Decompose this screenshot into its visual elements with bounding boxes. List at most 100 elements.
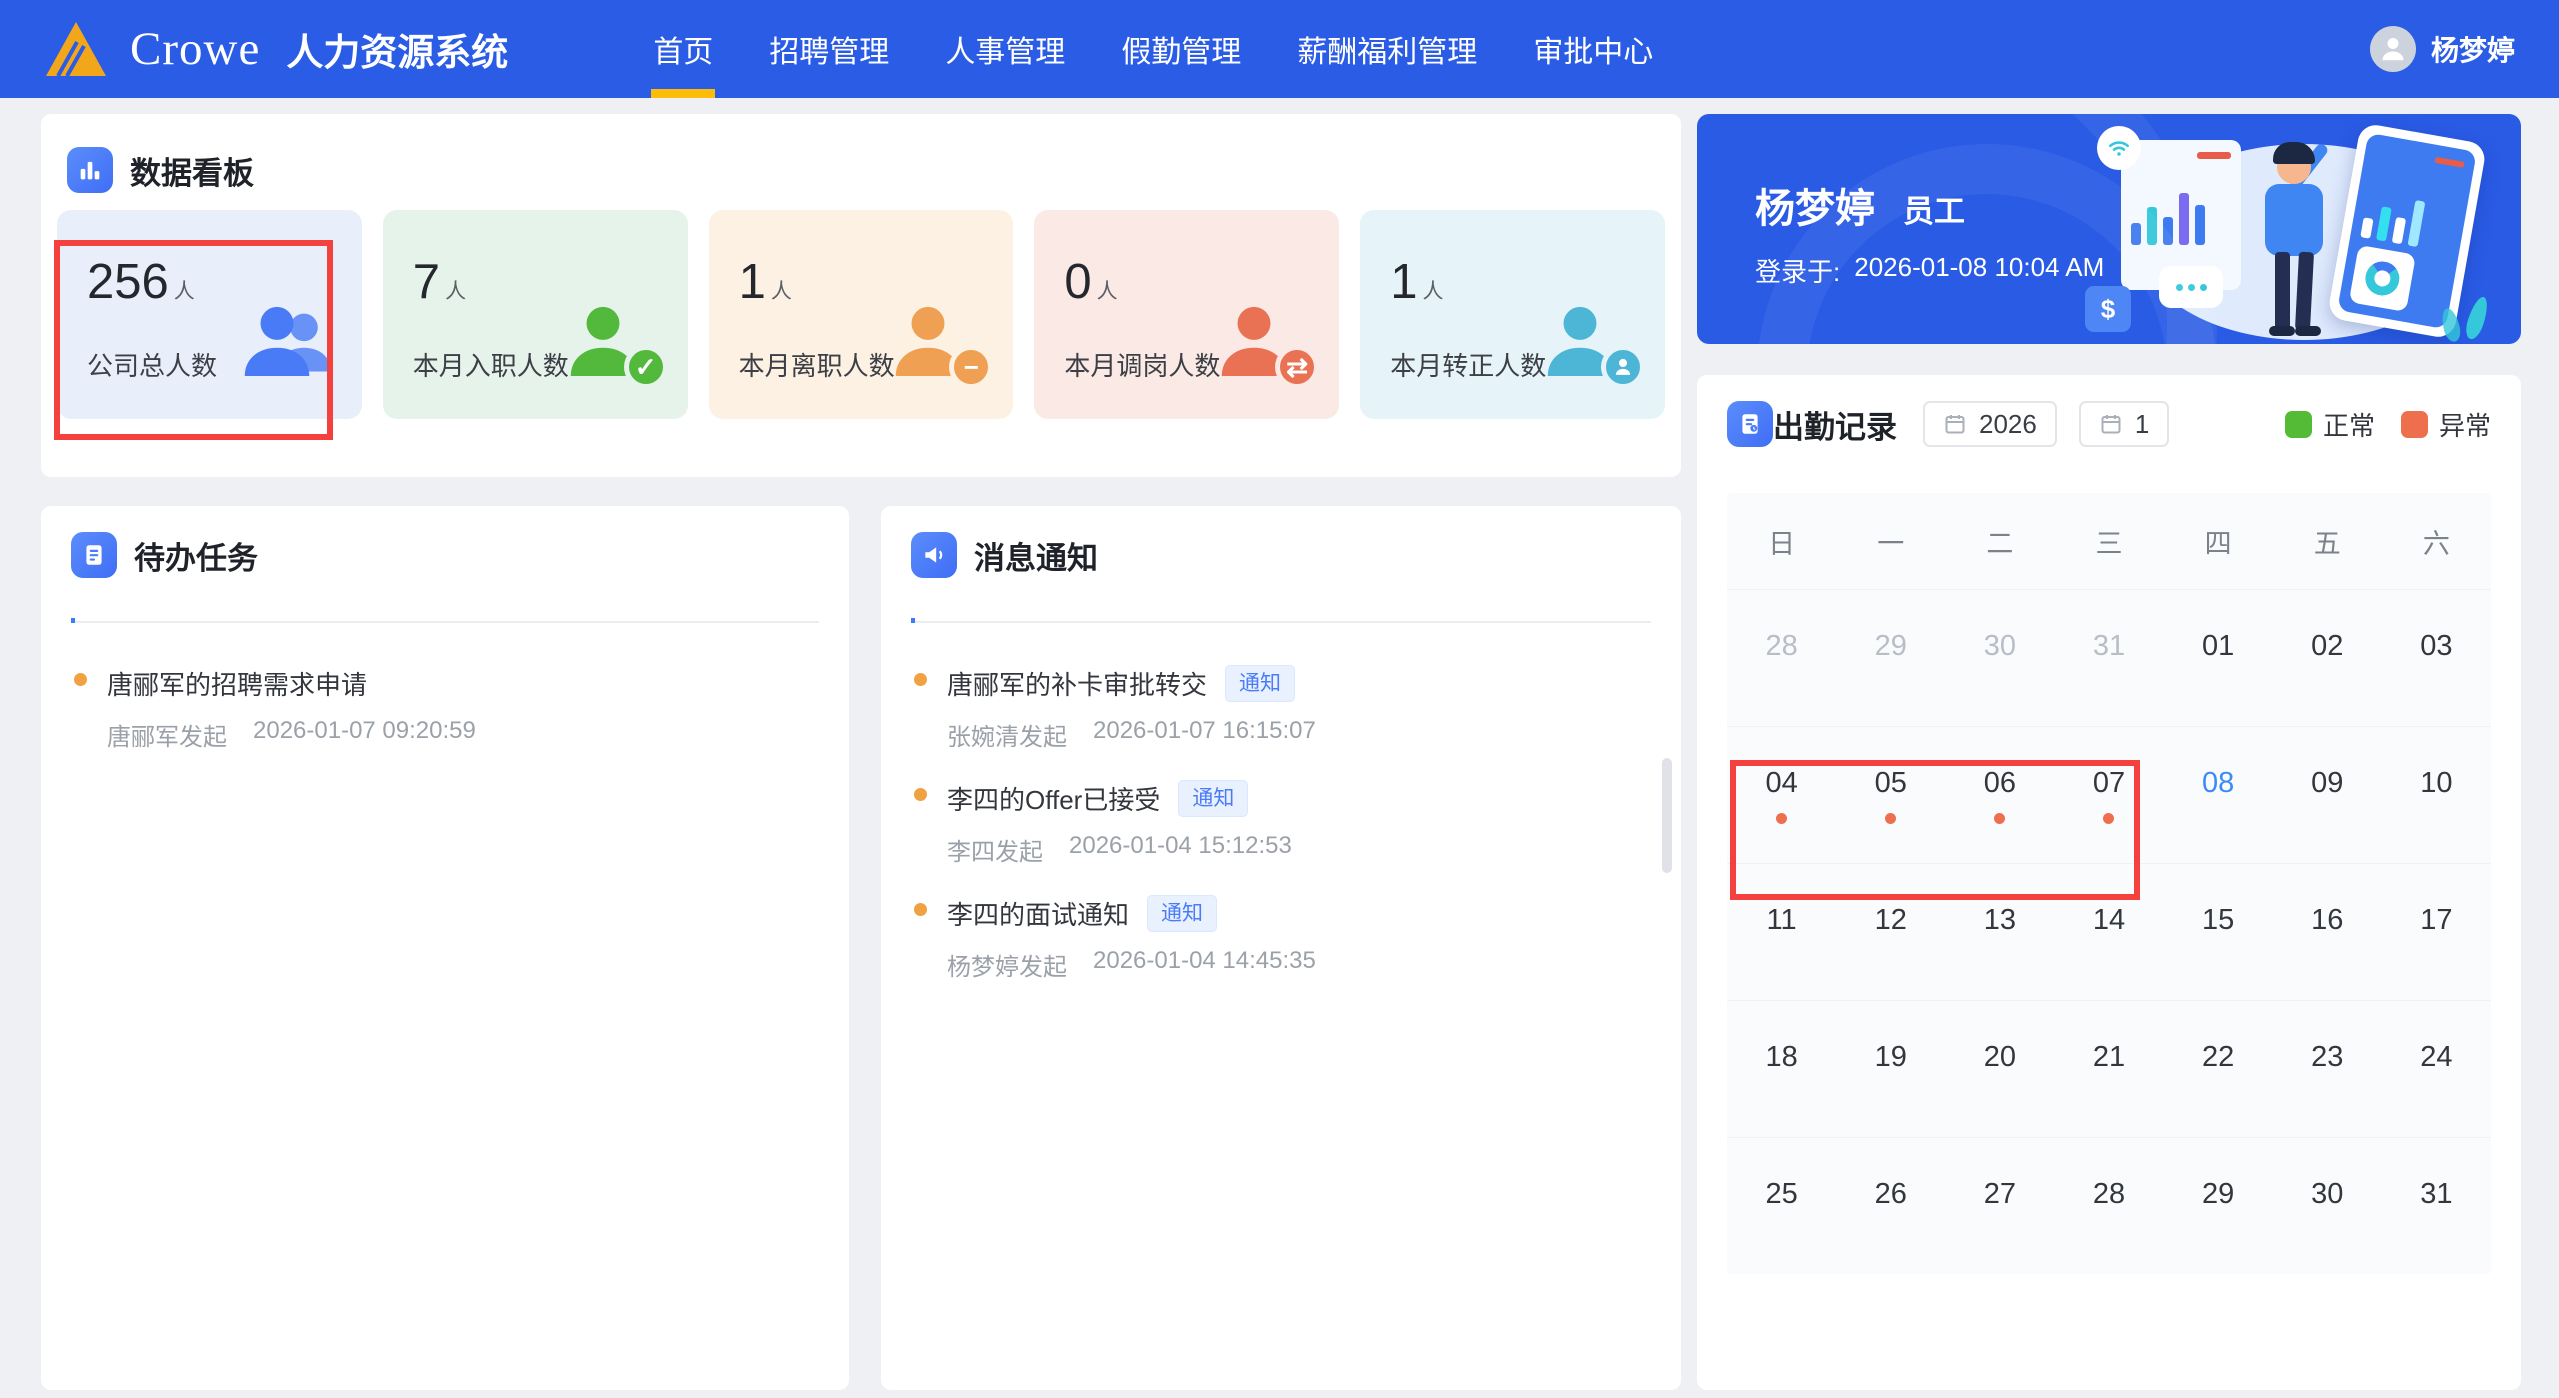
weekday-label: 四 bbox=[2204, 528, 2232, 559]
calendar-day[interactable]: 28 bbox=[1727, 590, 1836, 726]
calendar-day[interactable]: 19 bbox=[1836, 1001, 1945, 1137]
calendar-day[interactable]: 29 bbox=[2164, 1138, 2273, 1274]
brand-name: Crowe bbox=[130, 23, 261, 75]
calendar-day[interactable]: 29 bbox=[1836, 590, 1945, 726]
calendar-day[interactable]: 18 bbox=[1727, 1001, 1836, 1137]
tab[interactable] bbox=[195, 590, 199, 621]
calendar-day[interactable]: 30 bbox=[2273, 1138, 2382, 1274]
month-select[interactable]: 1 bbox=[2078, 401, 2170, 447]
calendar-day[interactable]: 16 bbox=[2273, 864, 2382, 1000]
user-badge-icon bbox=[1537, 293, 1645, 389]
attendance-header: 出勤记录 2026 1 正常 异常 bbox=[1727, 401, 2491, 447]
tab[interactable] bbox=[911, 590, 915, 623]
todo-panel: 待办任务 唐郦军的招聘需求申请 唐郦军发起 2026-01-07 09:20:5… bbox=[41, 506, 849, 1390]
user-check-icon: ✓ bbox=[560, 293, 668, 389]
year-select[interactable]: 2026 bbox=[1923, 401, 2057, 447]
item-time: 2026-01-04 14:45:35 bbox=[1093, 947, 1316, 974]
item-title: 唐郦军的招聘需求申请 bbox=[107, 670, 368, 700]
todo-title: 待办任务 bbox=[134, 540, 258, 576]
calendar-day[interactable]: 13 bbox=[1945, 864, 2054, 1000]
list-item[interactable]: 唐郦军的招聘需求申请 唐郦军发起 2026-01-07 09:20:59 bbox=[71, 665, 819, 752]
nav-item[interactable]: 人事管理 bbox=[945, 0, 1065, 98]
calendar-day[interactable]: 22 bbox=[2164, 1001, 2273, 1137]
calendar-day[interactable]: 27 bbox=[1945, 1138, 2054, 1274]
stat-card: 7 人 本月入职人数 ✓ bbox=[382, 210, 688, 419]
calendar-day[interactable]: 02 bbox=[2273, 590, 2382, 726]
main-menu: 首页 招聘管理 人事管理 假勤管理 薪酬福利管理 审批中心 bbox=[651, 0, 1653, 98]
calendar-day[interactable]: 31 bbox=[2382, 1138, 2491, 1274]
avatar bbox=[2369, 26, 2416, 72]
calendar-day[interactable]: 03 bbox=[2382, 590, 2491, 726]
user-menu[interactable]: 杨梦婷 bbox=[2369, 26, 2515, 72]
messages-panel: 消息通知 唐郦军的补卡审批转交 通知 张婉清发起 2026-01-07 16:1… bbox=[881, 506, 1681, 1390]
calendar-day[interactable]: 10 bbox=[2382, 727, 2491, 863]
stat-label: 本月调岗人数 bbox=[1064, 351, 1221, 381]
calendar-day[interactable]: 15 bbox=[2164, 864, 2273, 1000]
weekday-label: 日 bbox=[1768, 528, 1796, 559]
item-meta: 杨梦婷发起 2026-01-04 14:45:35 bbox=[947, 947, 1651, 982]
item-title: 唐郦军的补卡审批转交 bbox=[947, 670, 1208, 700]
nav-item[interactable]: 假勤管理 bbox=[1121, 0, 1241, 98]
calendar-day[interactable]: 07 bbox=[2054, 727, 2163, 863]
tab[interactable] bbox=[973, 590, 977, 621]
todo-list: 唐郦军的招聘需求申请 唐郦军发起 2026-01-07 09:20:59 bbox=[71, 665, 819, 752]
date-selectors: 2026 1 bbox=[1923, 401, 2170, 447]
calendar-day[interactable]: 04 bbox=[1727, 727, 1836, 863]
messages-tabs bbox=[911, 590, 1651, 623]
calendar-day[interactable]: 17 bbox=[2382, 864, 2491, 1000]
tab[interactable] bbox=[133, 590, 137, 621]
calendar-day[interactable]: 23 bbox=[2273, 1001, 2382, 1137]
calendar-day[interactable]: 31 bbox=[2054, 590, 2163, 726]
stat-value: 1 bbox=[1390, 255, 1418, 309]
calendar-day[interactable]: 12 bbox=[1836, 864, 1945, 1000]
list-item[interactable]: 唐郦军的补卡审批转交 通知 张婉清发起 2026-01-07 16:15:07 bbox=[911, 665, 1651, 752]
calendar-week-row: 25 26 27 28 29 30 31 bbox=[1727, 1137, 2491, 1274]
calendar-day[interactable]: 11 bbox=[1727, 864, 1836, 1000]
stat-value: 0 bbox=[1064, 255, 1092, 309]
calendar-day[interactable]: 14 bbox=[2054, 864, 2163, 1000]
profile-name-row: 杨梦婷 员工 bbox=[1755, 176, 1965, 234]
tab[interactable] bbox=[71, 590, 75, 623]
calendar-day[interactable]: 06 bbox=[1945, 727, 2054, 863]
calendar-day[interactable]: 01 bbox=[2164, 590, 2273, 726]
scrollbar-thumb[interactable] bbox=[1662, 758, 1672, 873]
todo-tabs bbox=[71, 590, 819, 623]
calendar-day[interactable]: 21 bbox=[2054, 1001, 2163, 1137]
calendar-day[interactable]: 24 bbox=[2382, 1001, 2491, 1137]
abnormal-dot-icon bbox=[1994, 813, 2006, 824]
donut-chart-icon bbox=[2348, 244, 2416, 313]
users-icon bbox=[234, 293, 338, 385]
item-meta: 张婉清发起 2026-01-07 16:15:07 bbox=[947, 717, 1651, 752]
calendar-day[interactable]: 25 bbox=[1727, 1138, 1836, 1274]
calendar-day[interactable]: 08 bbox=[2164, 727, 2273, 863]
stat-unit: 人 bbox=[770, 280, 792, 303]
calendar-day[interactable]: 20 bbox=[1945, 1001, 2054, 1137]
nav-item[interactable]: 审批中心 bbox=[1533, 0, 1653, 98]
item-time: 2026-01-07 16:15:07 bbox=[1093, 717, 1316, 744]
pending-dot-icon bbox=[914, 673, 927, 686]
brand: Crowe 人力资源系统 bbox=[44, 20, 508, 78]
calendar-day[interactable]: 09 bbox=[2273, 727, 2382, 863]
stat-unit: 人 bbox=[1422, 280, 1444, 303]
todo-header: 待办任务 bbox=[71, 532, 819, 578]
nav-item[interactable]: 招聘管理 bbox=[769, 0, 889, 98]
nav-item[interactable]: 首页 bbox=[651, 0, 716, 98]
calendar-day[interactable]: 28 bbox=[2054, 1138, 2163, 1274]
attendance-calendar: 日 一 二 三 四 五 六 28 29 30 31 01 02 03 04 05 06 07… bbox=[1727, 493, 2491, 1274]
pending-dot-icon bbox=[914, 903, 927, 916]
list-item[interactable]: 李四的Offer已接受 通知 李四发起 2026-01-04 15:12:53 bbox=[911, 780, 1651, 867]
nav-item[interactable]: 薪酬福利管理 bbox=[1297, 0, 1477, 98]
weekday-label: 一 bbox=[1877, 528, 1905, 559]
month-value: 1 bbox=[2134, 408, 2150, 439]
calendar-day[interactable]: 26 bbox=[1836, 1138, 1945, 1274]
calendar-weeks: 28 29 30 31 01 02 03 04 05 06 07 08 09 1… bbox=[1727, 589, 2491, 1274]
chat-bubble-icon bbox=[2159, 266, 2223, 308]
legend-item: 异常 bbox=[2400, 406, 2491, 443]
calendar-day[interactable]: 30 bbox=[1945, 590, 2054, 726]
abnormal-dot-icon bbox=[2103, 813, 2115, 824]
calendar-week-row: 18 19 20 21 22 23 24 bbox=[1727, 1000, 2491, 1137]
calendar-day[interactable]: 05 bbox=[1836, 727, 1945, 863]
person-illustration bbox=[2239, 141, 2349, 338]
legend-normal-swatch bbox=[2284, 410, 2312, 438]
list-item[interactable]: 李四的面试通知 通知 杨梦婷发起 2026-01-04 14:45:35 bbox=[911, 895, 1651, 982]
